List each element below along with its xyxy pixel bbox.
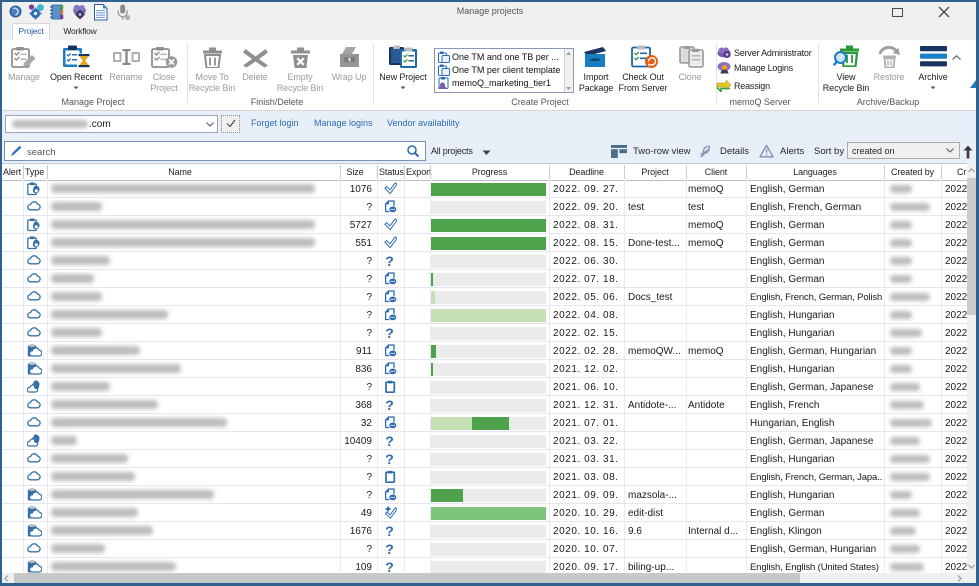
svg-text:?: ?	[385, 254, 394, 267]
svg-text:?: ?	[385, 560, 394, 573]
svg-text:?: ?	[385, 542, 394, 555]
svg-text:?: ?	[385, 452, 394, 465]
svg-text:?: ?	[385, 326, 394, 339]
svg-text:?: ?	[385, 434, 394, 447]
svg-text:?: ?	[385, 524, 394, 537]
svg-text:?: ?	[385, 398, 394, 411]
